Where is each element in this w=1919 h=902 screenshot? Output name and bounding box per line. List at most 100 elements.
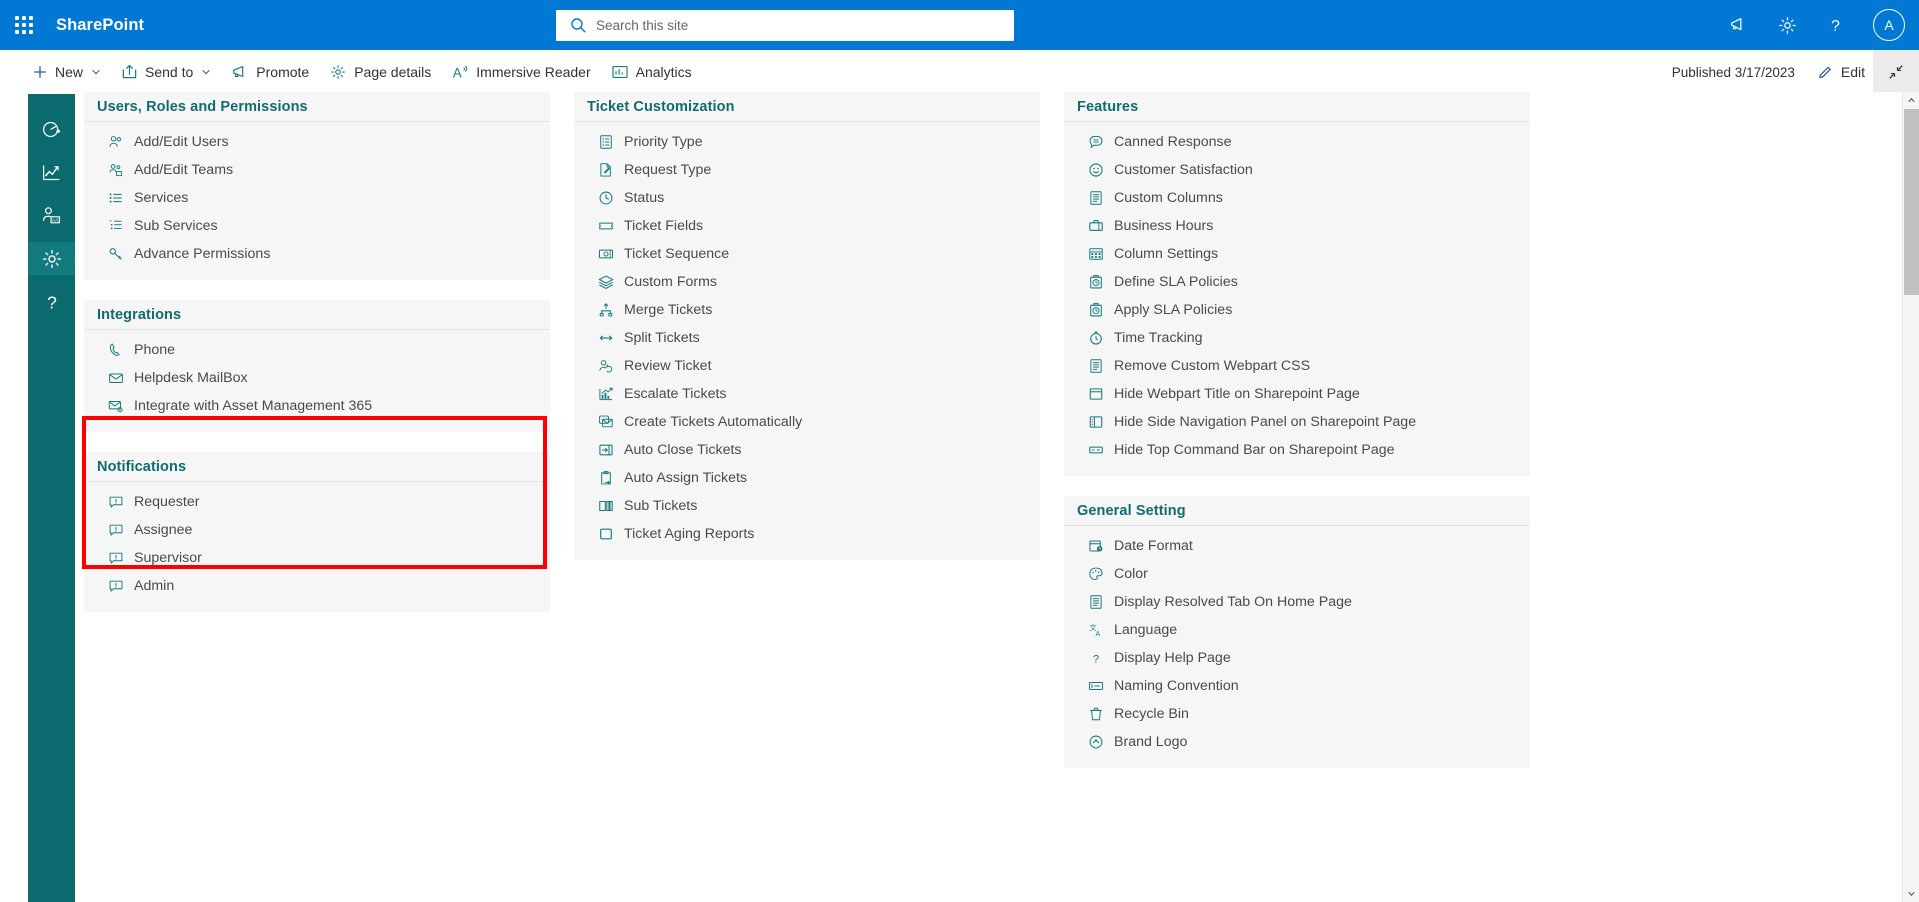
list-item[interactable]: Add/Edit Users bbox=[84, 128, 550, 156]
card-header: Features bbox=[1064, 92, 1530, 122]
list-item[interactable]: Phone bbox=[84, 336, 550, 364]
new-button[interactable]: New bbox=[22, 50, 111, 94]
list-item-label: Business Hours bbox=[1114, 218, 1214, 234]
immersive-reader-button[interactable]: A Immersive Reader bbox=[441, 50, 600, 94]
list-item[interactable]: Hide Top Command Bar on Sharepoint Page bbox=[1064, 436, 1530, 464]
ticket-customization-card: Ticket Customization Priority Type Request… bbox=[574, 92, 1040, 560]
list-item[interactable]: Assignee bbox=[84, 516, 550, 544]
phone-icon bbox=[106, 342, 126, 358]
chevron-down-icon bbox=[201, 67, 211, 77]
svg-text:?: ? bbox=[1093, 653, 1099, 665]
list-item[interactable]: Date Format bbox=[1064, 532, 1530, 560]
rail-item-settings[interactable] bbox=[28, 242, 75, 275]
page-canvas: Users, Roles and Permissions Add/Edit Use… bbox=[75, 92, 1903, 902]
list-item-label: Hide Side Navigation Panel on Sharepoint… bbox=[1114, 414, 1417, 430]
rail-item-reports[interactable] bbox=[28, 156, 75, 189]
rail-item-help[interactable]: ? bbox=[28, 285, 75, 318]
scroll-down-button[interactable] bbox=[1903, 885, 1919, 902]
list-item-label: Services bbox=[134, 190, 189, 206]
list-item-label: Assignee bbox=[134, 522, 193, 538]
list-item[interactable]: Business Hours bbox=[1064, 212, 1530, 240]
list-item[interactable]: Merge Tickets bbox=[574, 296, 1040, 324]
calendar-clock-icon bbox=[1086, 538, 1106, 554]
list-item-label: Phone bbox=[134, 342, 176, 358]
card-title: Ticket Customization bbox=[587, 98, 735, 115]
list-item[interactable]: Split Tickets bbox=[574, 324, 1040, 352]
list-item-label: Time Tracking bbox=[1114, 330, 1203, 346]
help-button[interactable]: ? bbox=[1811, 0, 1859, 50]
list-item[interactable]: Admin bbox=[84, 572, 550, 600]
send-to-button[interactable]: Send to bbox=[111, 50, 221, 94]
account-button[interactable]: A bbox=[1859, 0, 1919, 50]
edit-button[interactable]: Edit bbox=[1809, 50, 1873, 94]
arrow-in-box-icon bbox=[596, 442, 616, 458]
list-item[interactable]: Customer Satisfaction bbox=[1064, 156, 1530, 184]
list-item[interactable]: Brand Logo bbox=[1064, 728, 1530, 756]
list-item[interactable]: Display Resolved Tab On Home Page bbox=[1064, 588, 1530, 616]
svg-text:A: A bbox=[1096, 631, 1101, 638]
mail-gear-icon bbox=[106, 398, 126, 414]
list-item[interactable]: Priority Type bbox=[574, 128, 1040, 156]
scroll-up-button[interactable] bbox=[1903, 92, 1919, 109]
list-item-label: Review Ticket bbox=[624, 358, 712, 374]
list-item[interactable]: 文 A Language bbox=[1064, 616, 1530, 644]
list-item-label: Split Tickets bbox=[624, 330, 700, 346]
list-item[interactable]: Color bbox=[1064, 560, 1530, 588]
list-item[interactable]: Naming Convention bbox=[1064, 672, 1530, 700]
list-item[interactable]: Canned Response bbox=[1064, 128, 1530, 156]
rail-item-dashboard[interactable] bbox=[28, 113, 75, 146]
analytics-button[interactable]: Analytics bbox=[601, 50, 702, 94]
square-icon bbox=[596, 526, 616, 542]
list-item[interactable]: Ticket Sequence bbox=[574, 240, 1040, 268]
settings-button[interactable] bbox=[1763, 0, 1811, 50]
search-input[interactable] bbox=[596, 11, 986, 40]
list-item[interactable]: Escalate Tickets bbox=[574, 380, 1040, 408]
rail-item-agents[interactable]: AA bbox=[28, 199, 75, 232]
list-item[interactable]: Apply SLA Policies bbox=[1064, 296, 1530, 324]
list-item[interactable]: Advance Permissions bbox=[84, 240, 550, 268]
list-item[interactable]: ? Display Help Page bbox=[1064, 644, 1530, 672]
list-item[interactable]: Create Tickets Automatically bbox=[574, 408, 1040, 436]
list-item[interactable]: Request Type bbox=[574, 156, 1040, 184]
list-item-label: Remove Custom Webpart CSS bbox=[1114, 358, 1311, 374]
collapse-button[interactable] bbox=[1873, 50, 1919, 94]
announcements-button[interactable] bbox=[1715, 0, 1763, 50]
page-scrollbar[interactable] bbox=[1902, 92, 1919, 902]
list-item[interactable]: Auto Assign Tickets bbox=[574, 464, 1040, 492]
app-launcher-button[interactable] bbox=[0, 0, 48, 50]
list-item[interactable]: Ticket Fields bbox=[574, 212, 1040, 240]
command-bar-icon bbox=[1086, 442, 1106, 458]
document-list-icon bbox=[1086, 594, 1106, 610]
list-item[interactable]: Column Settings bbox=[1064, 240, 1530, 268]
svg-text:?: ? bbox=[47, 292, 57, 312]
list-item[interactable]: Custom Forms bbox=[574, 268, 1040, 296]
list-item[interactable]: Services bbox=[84, 184, 550, 212]
list-item[interactable]: Hide Webpart Title on Sharepoint Page bbox=[1064, 380, 1530, 408]
list-item[interactable]: Requester bbox=[84, 488, 550, 516]
list-item[interactable]: Status bbox=[574, 184, 1040, 212]
comment-alert-icon bbox=[106, 522, 126, 538]
list-item[interactable]: Hide Side Navigation Panel on Sharepoint… bbox=[1064, 408, 1530, 436]
list-item[interactable]: Auto Close Tickets bbox=[574, 436, 1040, 464]
list-item[interactable]: Recycle Bin bbox=[1064, 700, 1530, 728]
list-item[interactable]: Add/Edit Teams bbox=[84, 156, 550, 184]
list-item[interactable]: Define SLA Policies bbox=[1064, 268, 1530, 296]
list-item[interactable]: Sub Tickets bbox=[574, 492, 1040, 520]
page-details-button[interactable]: Page details bbox=[319, 50, 441, 94]
list-item[interactable]: Helpdesk MailBox bbox=[84, 364, 550, 392]
document-list-icon bbox=[1086, 190, 1106, 206]
list-item[interactable]: Review Ticket bbox=[574, 352, 1040, 380]
immersive-reader-icon: A bbox=[451, 63, 469, 81]
list-item[interactable]: Sub Services bbox=[84, 212, 550, 240]
list-item[interactable]: Supervisor bbox=[84, 544, 550, 572]
ticket-icon bbox=[596, 218, 616, 234]
list-item-label: Date Format bbox=[1114, 538, 1193, 554]
list-item[interactable]: Remove Custom Webpart CSS bbox=[1064, 352, 1530, 380]
list-item[interactable]: Ticket Aging Reports bbox=[574, 520, 1040, 548]
list-item[interactable]: Custom Columns bbox=[1064, 184, 1530, 212]
promote-button[interactable]: Promote bbox=[221, 50, 319, 94]
search-box[interactable] bbox=[556, 10, 1014, 41]
scroll-thumb[interactable] bbox=[1904, 109, 1919, 295]
list-item[interactable]: Integrate with Asset Management 365 bbox=[84, 392, 550, 420]
list-item[interactable]: Time Tracking bbox=[1064, 324, 1530, 352]
